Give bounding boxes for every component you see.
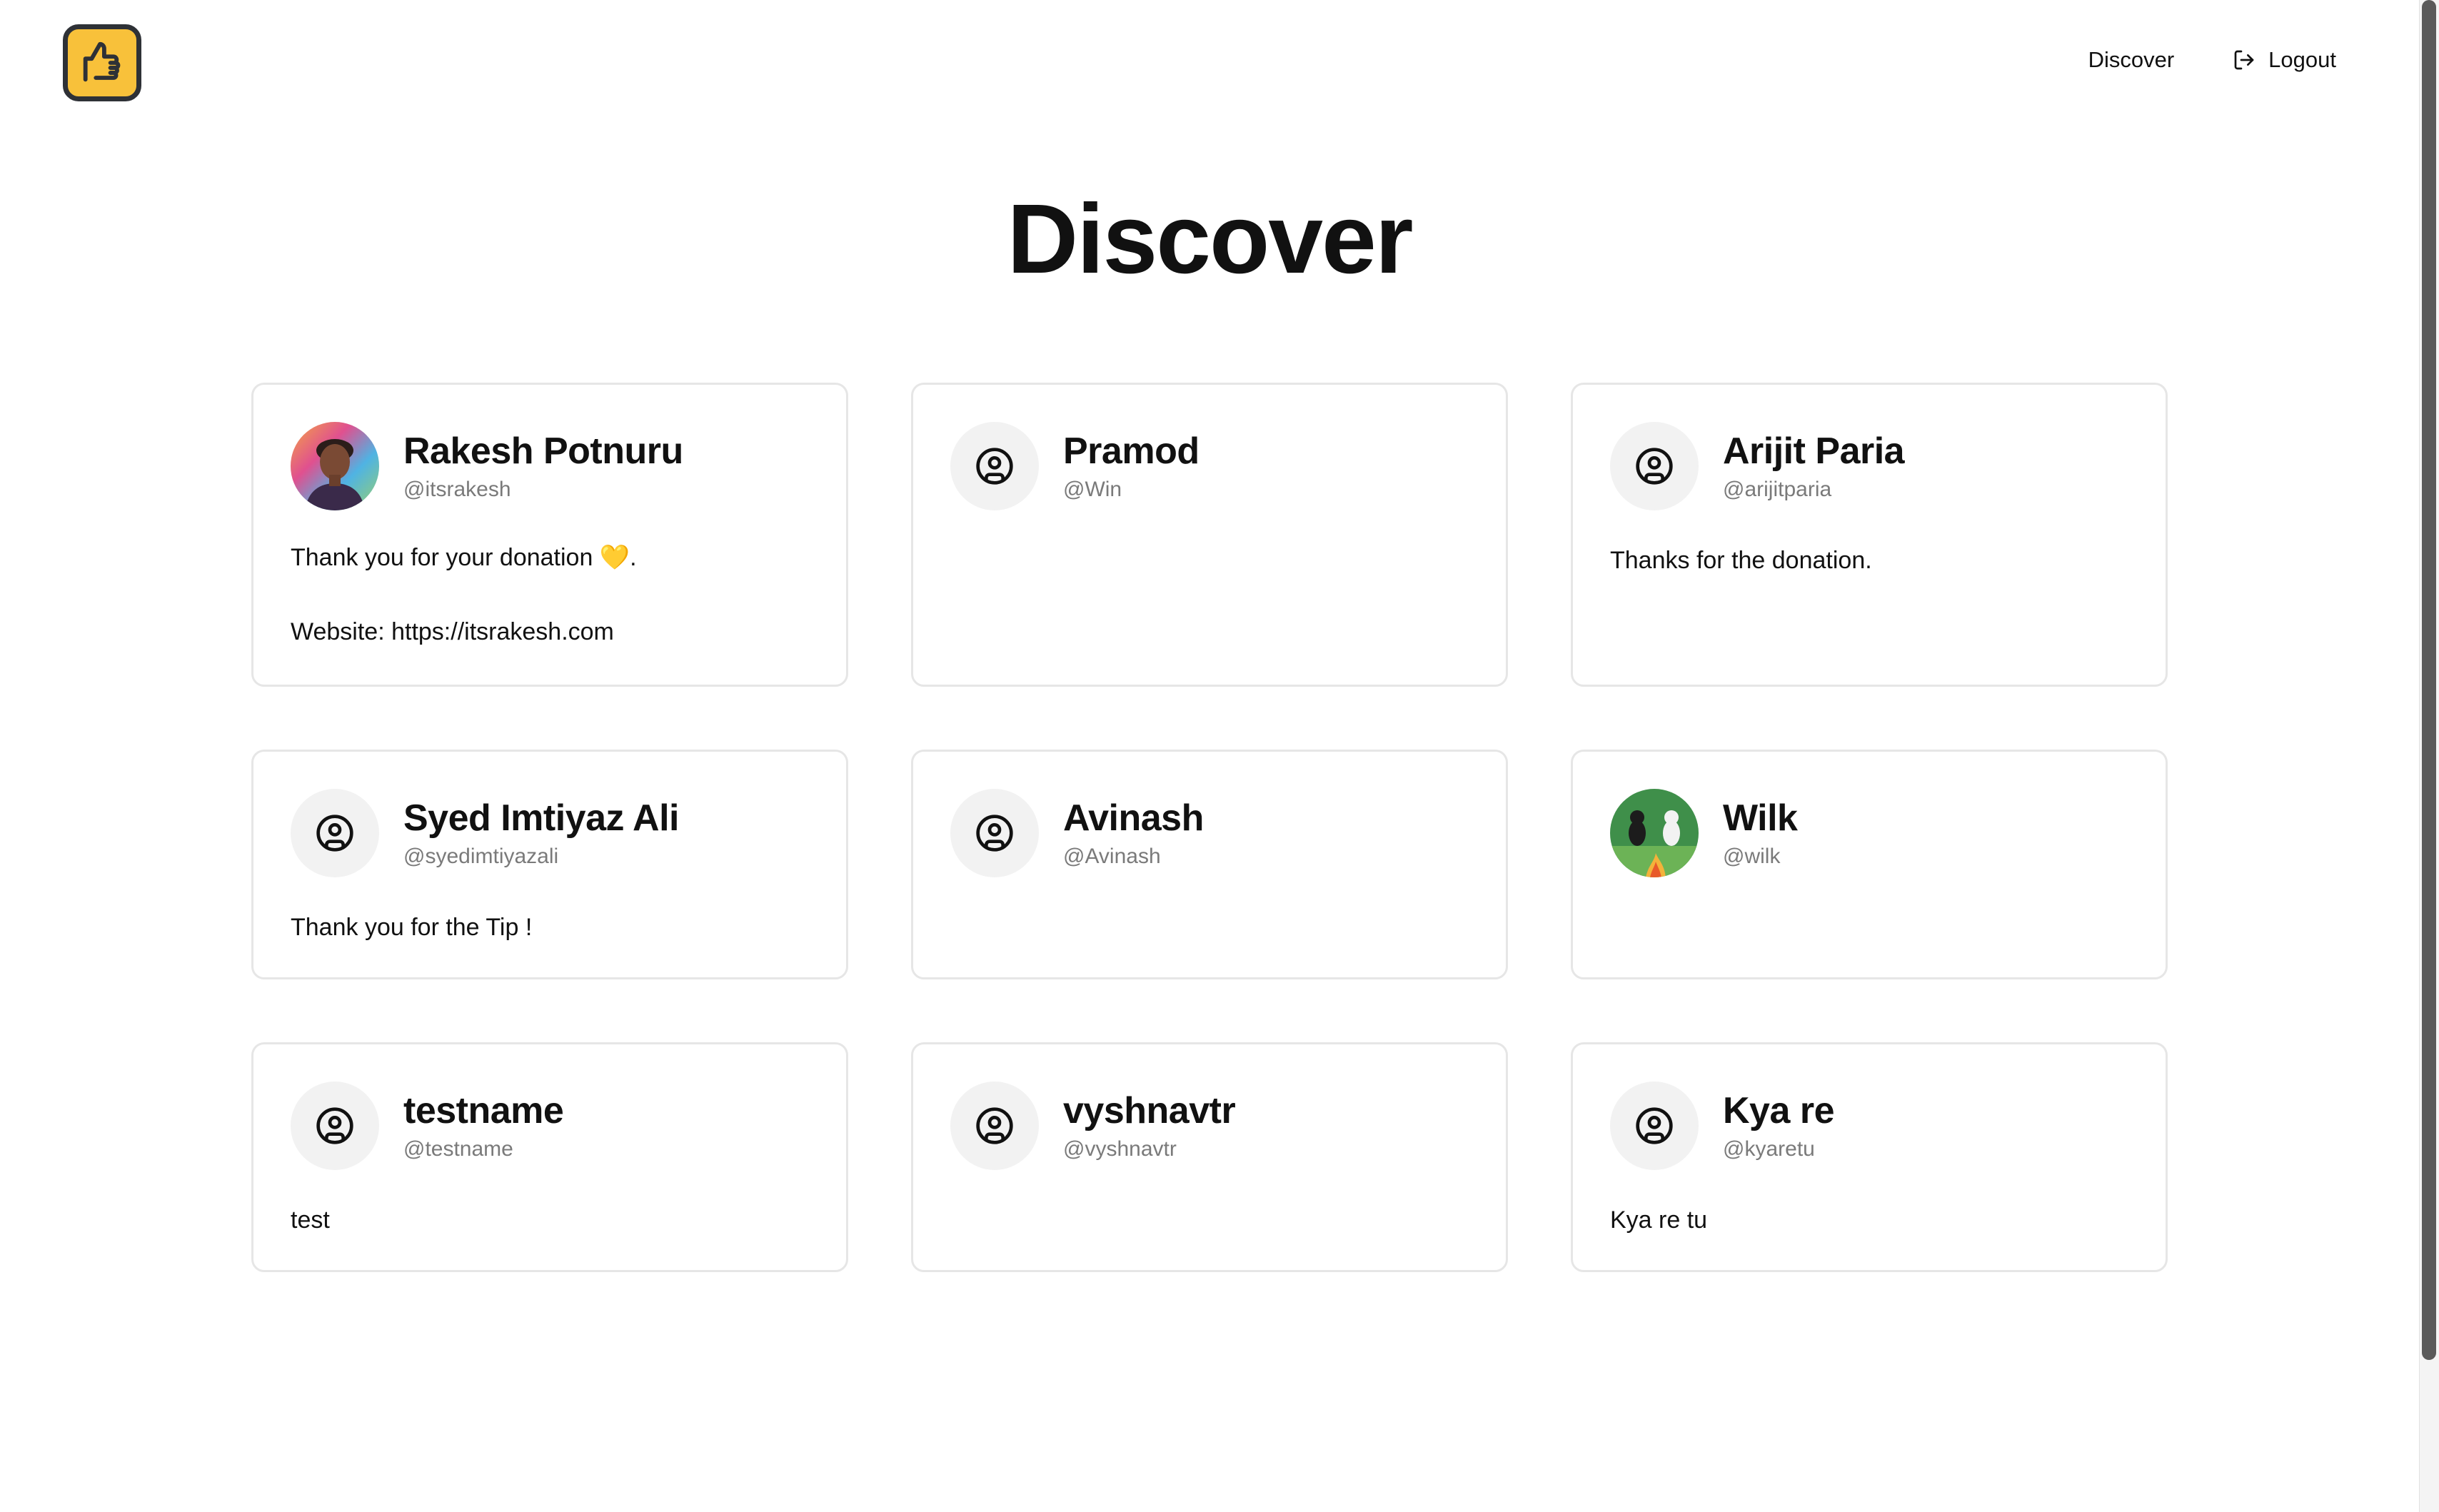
logout-label: Logout xyxy=(2268,47,2336,72)
creator-name: Pramod xyxy=(1063,430,1200,473)
avatar xyxy=(291,422,379,510)
creator-name: Kya re xyxy=(1723,1090,1835,1132)
creator-card[interactable]: Wilk @wilk xyxy=(1571,750,2168,979)
creator-bio: test xyxy=(291,1206,330,1234)
user-circle-icon xyxy=(950,1082,1039,1170)
user-circle-icon xyxy=(291,789,379,877)
creator-bio: Kya re tu xyxy=(1610,1206,1708,1234)
user-circle-icon xyxy=(1610,422,1699,510)
creator-bio: Thank you for the Tip ! xyxy=(291,914,533,941)
creator-name: Rakesh Potnuru xyxy=(403,430,683,473)
creator-name: Wilk xyxy=(1723,797,1798,840)
creator-card[interactable]: Syed Imtiyaz Ali @syedimtiyazali Thank y… xyxy=(251,750,848,979)
creator-card[interactable]: Arijit Paria @arijitparia Thanks for the… xyxy=(1571,383,2168,687)
creator-card[interactable]: Rakesh Potnuru @itsrakesh Thank you for … xyxy=(251,383,848,687)
creator-name: testname xyxy=(403,1090,564,1132)
creator-bio: Thank you for your donation 💛. Website: … xyxy=(291,544,637,645)
creator-card[interactable]: testname @testname test xyxy=(251,1042,848,1272)
creator-card[interactable]: Avinash @Avinash xyxy=(911,750,1508,979)
vertical-scrollbar[interactable] xyxy=(2419,0,2439,1512)
creator-card[interactable]: Pramod @Win xyxy=(911,383,1508,687)
creator-handle: @Avinash xyxy=(1063,844,1161,868)
nav-discover-link[interactable]: Discover xyxy=(2088,47,2175,73)
creator-handle: @itsrakesh xyxy=(403,477,511,501)
creator-handle: @syedimtiyazali xyxy=(403,844,559,868)
user-circle-icon xyxy=(291,1082,379,1170)
user-circle-icon xyxy=(950,789,1039,877)
page-title: Discover xyxy=(1007,184,1414,294)
creator-card[interactable]: vyshnavtr @vyshnavtr xyxy=(911,1042,1508,1272)
logo-thumbs-up-icon[interactable] xyxy=(63,24,141,101)
user-circle-icon xyxy=(950,422,1039,510)
creator-handle: @Win xyxy=(1063,477,1122,501)
creator-name: Syed Imtiyaz Ali xyxy=(403,797,680,840)
creator-handle: @arijitparia xyxy=(1723,477,1832,501)
creator-card[interactable]: Kya re @kyaretu Kya re tu xyxy=(1571,1042,2168,1272)
user-circle-icon xyxy=(1610,1082,1699,1170)
creator-name: Arijit Paria xyxy=(1723,430,1905,473)
page: Discover Logout Discover Rakesh Potnuru … xyxy=(0,0,2439,1512)
creator-bio: Thanks for the donation. xyxy=(1610,547,1872,574)
top-nav: Discover Logout xyxy=(2088,47,2336,73)
creator-grid: Rakesh Potnuru @itsrakesh Thank you for … xyxy=(251,383,2168,1272)
creator-handle: @kyaretu xyxy=(1723,1136,1815,1161)
logout-icon xyxy=(2234,50,2254,70)
creator-name: Avinash xyxy=(1063,797,1204,840)
scrollbar-thumb[interactable] xyxy=(2422,0,2436,1360)
creator-handle: @testname xyxy=(403,1136,513,1161)
creator-name: vyshnavtr xyxy=(1063,1090,1236,1132)
creator-handle: @vyshnavtr xyxy=(1063,1136,1177,1161)
creator-handle: @wilk xyxy=(1723,844,1781,868)
avatar xyxy=(1610,789,1699,877)
logout-button[interactable]: Logout xyxy=(2233,47,2336,73)
